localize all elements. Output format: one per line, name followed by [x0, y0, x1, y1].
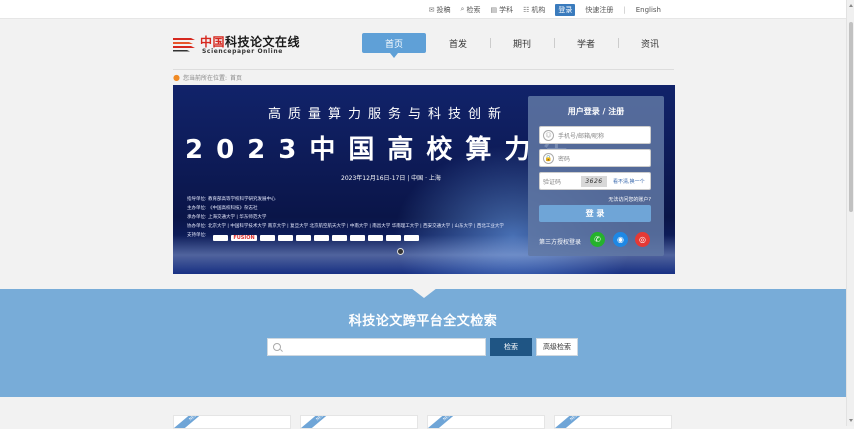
sponsor-logo	[314, 235, 329, 241]
search-label: 检索	[466, 5, 481, 14]
search-icon: ⌕	[460, 5, 465, 13]
main-nav: 首页 首发 期刊 学者 资讯	[362, 33, 682, 58]
captcha-refresh-link[interactable]: 看不清,换一个	[613, 178, 645, 185]
organizer-co: 协办单位: 北京大学 | 中国科学技术大学 南京大学 | 复旦大学 北京航空航天…	[187, 224, 504, 229]
breadcrumb-prefix: 您当前所在位置:	[182, 75, 228, 82]
top-nav: ✉ 投稿 ⌕ 检索 ▤ 学科 ☷ 机构 登录 快速注册 | English	[429, 0, 661, 19]
banner-date: 2023年12月16日-17日 | 中国 · 上海	[341, 175, 441, 182]
login-panel: 用户登录 / 注册 ☺ 手机号/邮箱/昵称 🔒 密码 验证码 3626 看不清,…	[528, 96, 664, 256]
featured-card[interactable]: NEW	[427, 415, 545, 429]
organizer-guidance: 指导单位: 教育部高等学校科学研究发展中心	[187, 197, 276, 202]
submit-label: 投稿	[436, 5, 451, 14]
weibo-login-icon[interactable]: ◎	[635, 232, 650, 247]
institution-label: 机构	[531, 5, 546, 14]
sponsor-logos: FUSION	[213, 235, 419, 241]
captcha-image[interactable]: 3626	[581, 175, 607, 187]
banner-subtitle: 高质量算力服务与科技创新	[268, 107, 509, 122]
captcha-placeholder: 验证码	[543, 178, 562, 186]
submit-icon: ✉	[428, 5, 435, 14]
register-link[interactable]: 快速注册	[585, 5, 613, 15]
nav-home[interactable]: 首页	[362, 33, 426, 58]
breadcrumb: ● 您当前所在位置: 首页	[173, 69, 674, 83]
wechat-login-icon[interactable]: ✆	[590, 232, 605, 247]
account-placeholder: 手机号/邮箱/昵称	[558, 132, 605, 140]
qq-login-icon[interactable]: ◉	[613, 232, 628, 247]
banner-organizers: 指导单位: 教育部高等学校科学研究发展中心 主办单位: 《中国高校科技》杂志社 …	[187, 195, 504, 240]
topnav-separator: |	[623, 5, 626, 14]
featured-card[interactable]: NEW	[173, 415, 291, 429]
submit-link[interactable]: ✉ 投稿	[429, 5, 451, 15]
login-button[interactable]: 登 录	[539, 205, 651, 222]
nav-first-release[interactable]: 首发	[426, 33, 490, 53]
password-field[interactable]: 🔒 密码	[539, 149, 651, 167]
lock-icon: 🔒	[543, 152, 554, 164]
login-title: 用户登录 / 注册	[567, 107, 625, 116]
banner-title: 2023中国高校算力生	[185, 135, 583, 165]
password-placeholder: 密码	[558, 155, 571, 163]
advanced-search-button[interactable]: 高级检索	[536, 338, 578, 356]
sponsor-logo	[296, 235, 311, 241]
subject-icon: ▤	[490, 5, 498, 14]
nav-journals[interactable]: 期刊	[490, 33, 554, 53]
account-field[interactable]: ☺ 手机号/邮箱/昵称	[539, 126, 651, 144]
featured-cards: NEW NEW NEW NEW	[173, 415, 675, 429]
scroll-down-arrow-icon[interactable]	[849, 419, 853, 422]
carousel-dot[interactable]	[397, 248, 404, 255]
sponsor-logo	[386, 235, 401, 241]
search-section: 科技论文跨平台全文检索 检索 高级检索	[0, 288, 846, 397]
third-party-login-label: 第三方授权登录	[539, 239, 582, 246]
sponsor-logo	[350, 235, 365, 241]
card-new-tag: NEW	[428, 416, 457, 428]
forgot-account-link[interactable]: 无法访问您的账户?	[608, 196, 651, 203]
sponsor-logo	[404, 235, 419, 241]
login-link[interactable]: 登录	[555, 3, 576, 16]
card-new-tag: NEW	[301, 416, 330, 428]
logo-text-cn-red: 中国	[200, 35, 226, 49]
search-link[interactable]: ⌕ 检索	[461, 5, 481, 15]
logo-text-en: Sciencepaper Online	[202, 48, 283, 55]
card-new-tag: NEW	[174, 416, 203, 428]
featured-card[interactable]: NEW	[554, 415, 672, 429]
sponsor-logo	[332, 235, 347, 241]
search-title: 科技论文跨平台全文检索	[348, 314, 498, 329]
sponsor-logo	[260, 235, 275, 241]
logo-mark-icon	[173, 38, 195, 52]
sponsor-logo-fusion: FUSION	[231, 235, 257, 241]
sponsor-logo	[213, 235, 228, 241]
institution-icon: ☷	[523, 5, 530, 14]
scrollbar-thumb[interactable]	[849, 22, 853, 212]
header: 中国科技论文在线 Sciencepaper Online 首页 首发 期刊 学者…	[0, 19, 846, 67]
page-scrollbar[interactable]	[846, 0, 854, 426]
subject-link[interactable]: ▤ 学科	[490, 5, 513, 15]
breadcrumb-current[interactable]: 首页	[230, 73, 242, 82]
sponsor-logo	[368, 235, 383, 241]
card-new-tag: NEW	[555, 416, 584, 428]
location-pin-icon: ●	[173, 73, 180, 82]
sponsor-logo	[278, 235, 293, 241]
institution-link[interactable]: ☷ 机构	[523, 5, 545, 15]
search-input[interactable]	[267, 338, 486, 356]
captcha-field[interactable]: 验证码 3626 看不清,换一个	[539, 172, 651, 190]
subject-label: 学科	[499, 5, 514, 14]
logo-text-cn-rest: 科技论文在线	[225, 35, 301, 49]
search-icon	[273, 343, 281, 351]
featured-card[interactable]: NEW	[300, 415, 418, 429]
scroll-up-arrow-icon[interactable]	[849, 4, 853, 7]
nav-scholars[interactable]: 学者	[554, 33, 618, 53]
user-icon: ☺	[543, 129, 554, 141]
search-section-notch	[411, 288, 437, 298]
english-link[interactable]: English	[636, 6, 661, 14]
top-bar: ✉ 投稿 ⌕ 检索 ▤ 学科 ☷ 机构 登录 快速注册 | English	[0, 0, 846, 19]
organizer-undertake: 承办单位: 上海交通大学 | 华东师范大学	[187, 215, 267, 220]
site-logo[interactable]: 中国科技论文在线 Sciencepaper Online	[173, 33, 303, 57]
search-button[interactable]: 检索	[490, 338, 532, 356]
organizer-host: 主办单位: 《中国高校科技》杂志社	[187, 206, 258, 211]
nav-news[interactable]: 资讯	[618, 33, 682, 53]
